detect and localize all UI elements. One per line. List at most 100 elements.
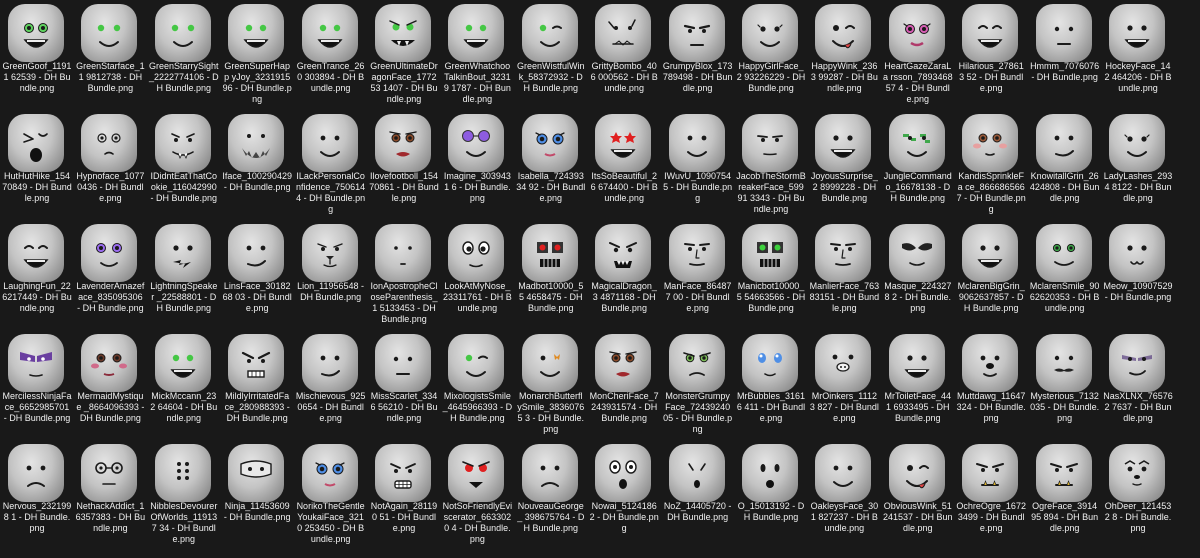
file-item[interactable]: NouveauGeorge_ 398675764 - DH Bundle.png [516, 440, 586, 550]
file-item[interactable]: KandisSprinkleFa ce_8666865667 - DH Bund… [956, 110, 1026, 220]
file-item[interactable]: Lion_11956548 - DH Bundle.png [296, 220, 366, 330]
file-thumbnail [521, 334, 578, 392]
file-item[interactable]: Hypnoface_1077 0436 - DH Bundle.png [75, 110, 145, 220]
file-item[interactable]: OgreFace_391495 894 - DH Bundle.png [1030, 440, 1100, 550]
file-item[interactable]: NotAgain_281190 51 - DH Bundle.png [369, 440, 439, 550]
file-item[interactable]: O_15013192 - DH Bundle.png [736, 440, 806, 550]
file-item[interactable]: OakleysFace_301 827237 - DH Bundle.png [809, 440, 879, 550]
file-item[interactable]: LadyLashes_2934 8122 - DH Bundle.png [1103, 110, 1173, 220]
file-name: OchreOgre_1672 3499 - DH Bundle.png [956, 501, 1026, 533]
file-item[interactable]: ObviousWink_51 241537 - DH Bundle.png [883, 440, 953, 550]
file-item[interactable]: LookAtMyNose_ 23311761 - DH Bundle.png [442, 220, 512, 330]
file-item[interactable]: MonCheriFace_7 243931574 - DH Bundle.png [589, 330, 659, 440]
file-name: LinsFace_3018268 03 - DH Bundle.png [222, 281, 292, 313]
file-item[interactable]: IWuvU_10907545 - DH Bundle.png [663, 110, 733, 220]
file-item[interactable]: Ninja_11453609 - DH Bundle.png [222, 440, 292, 550]
file-name: KandisSprinkleFa ce_8666865667 - DH Bund… [956, 171, 1026, 214]
file-item[interactable]: GrittyBombo_406 000562 - DH Bundle.png [589, 0, 659, 110]
file-item[interactable]: IonApostropheCl oseParenthesis_1 5133453… [369, 220, 439, 330]
file-item[interactable]: MildlyIrritatedFa ce_280988393 - DH Bund… [222, 330, 292, 440]
file-item[interactable]: NethackAddict_1 6357383 - DH Bundle.png [75, 440, 145, 550]
blue-eyes-face-icon [314, 462, 345, 487]
file-item[interactable]: LavenderAmazef ace_835095306 - DH Bundle… [75, 220, 145, 330]
file-item[interactable]: GreenStarface_11 9812738 - DH Bundle.png [75, 0, 145, 110]
file-item[interactable]: MonarchButterfl ySmile_38360765 3 - DH B… [516, 330, 586, 440]
file-item[interactable]: GreenSuperHapp yJoy_323191596 - DH Bundl… [222, 0, 292, 110]
file-item[interactable]: JungleCommand o_16678138 - DH Bundle.png [883, 110, 953, 220]
file-item[interactable]: Mischievous_925 0654 - DH Bundle.png [296, 330, 366, 440]
file-item[interactable]: MrOinkers_11123 827 - DH Bundle.png [809, 330, 879, 440]
file-item[interactable]: OhDeer_1214532 8 - DH Bundle.png [1103, 440, 1173, 550]
file-item[interactable]: HockeyFace_142 464206 - DH Bundle.png [1103, 0, 1173, 110]
file-item[interactable]: Madbot10000_55 4658475 - DH Bundle.png [516, 220, 586, 330]
file-item[interactable]: MclarenBigGrin_ 9062637857 - DH Bundle.p… [956, 220, 1026, 330]
file-item[interactable]: ManFace_864877 00 - DH Bundle.png [663, 220, 733, 330]
file-item[interactable]: Ilovefootboll_154 70861 - DH Bundle.png [369, 110, 439, 220]
file-item[interactable]: Hilarious_278613 52 - DH Bundle.png [956, 0, 1026, 110]
file-thumbnail [1109, 334, 1165, 392]
file-item[interactable]: MissScarlet_3346 56210 - DH Bundle.png [369, 330, 439, 440]
file-item[interactable]: ManlierFace_763 83151 - DH Bundle.png [809, 220, 879, 330]
file-item[interactable]: MermaidMystique _8664096393 - DH Bundle.… [75, 330, 145, 440]
file-item[interactable]: HeartGazeZaraLa rsson_789346857 4 - DH B… [883, 0, 953, 110]
file-name: MonarchButterfl ySmile_38360765 3 - DH B… [517, 391, 585, 434]
file-item[interactable]: Mysterious_7132 035 - DH Bundle.png [1030, 330, 1100, 440]
file-item[interactable]: JacobTheStormB reakerFace_59991 3343 - D… [736, 110, 806, 220]
file-name: GreenWhatchoo TalkinBout_32319 1787 - DH… [443, 61, 511, 104]
file-name: LavenderAmazef ace_835095306 - DH Bundle… [76, 281, 145, 313]
file-item[interactable]: MrToiletFace_441 6933495 - DH Bundle.png [883, 330, 953, 440]
file-item[interactable]: Masque_2243278 2 - DH Bundle.png [883, 220, 953, 330]
file-item[interactable]: HappyWink_2363 99287 - DH Bundle.png [809, 0, 879, 110]
file-item[interactable]: Manicbot10000_5 54663566 - DH Bundle.png [736, 220, 806, 330]
file-name: Hmmm_7076076 - DH Bundle.png [1030, 61, 1100, 82]
file-item[interactable]: KnowitallGrin_26 424808 - DH Bundle.png [1030, 110, 1100, 220]
file-item[interactable]: GreenWhatchoo TalkinBout_32319 1787 - DH… [442, 0, 512, 110]
file-item[interactable]: MercilessNinjaFa ce_6652985701 - DH Bund… [2, 330, 72, 440]
noz-face-icon [687, 463, 706, 488]
file-thumbnail [8, 224, 64, 282]
file-item[interactable]: Imagine_3039431 6 - DH Bundle.png [442, 110, 512, 220]
file-item[interactable]: JoyousSurprise_2 8999228 - DH Bundle.png [809, 110, 879, 220]
file-name: NorikoTheGentle YoukaiFace_3210 253450 -… [296, 501, 365, 544]
smirk-face-icon [1054, 135, 1074, 157]
file-item[interactable]: GreenStarrySight _2222774106 - DH Bundle… [149, 0, 219, 110]
file-item[interactable]: GrumpyBlox_173 789498 - DH Bundle.png [663, 0, 733, 110]
file-item[interactable]: IDidntEatThatCo okie_116042990 - DH Bund… [149, 110, 219, 220]
file-item[interactable]: Hmmm_7076076 - DH Bundle.png [1030, 0, 1100, 110]
file-item[interactable]: NotSoFriendlyEvi scerator_6633020 4 - DH… [442, 440, 512, 550]
file-item[interactable]: GreenUltimateDr agonFace_177253 1407 - D… [369, 0, 439, 110]
file-item[interactable]: Muttdawg_11647 324 - DH Bundle.png [956, 330, 1026, 440]
hypno-face-icon [97, 133, 121, 155]
file-thumbnail [1109, 444, 1165, 502]
file-item[interactable]: HappyGirlFace_2 93226229 - DH Bundle.png [736, 0, 806, 110]
shout-face-icon [23, 133, 48, 162]
file-item[interactable]: LinsFace_3018268 03 - DH Bundle.png [222, 220, 292, 330]
file-item[interactable]: GreenGoof_11911 62539 - DH Bundle.png [2, 0, 72, 110]
file-item[interactable]: OchreOgre_1672 3499 - DH Bundle.png [956, 440, 1026, 550]
file-item[interactable]: Isabella_72439334 92 - DH Bundle.png [516, 110, 586, 220]
file-item[interactable]: HutHutHike_154 70849 - DH Bundle.png [2, 110, 72, 220]
file-item[interactable]: LaughingFun_22 6217449 - DH Bundle.png [2, 220, 72, 330]
file-item[interactable]: NibblesDevourer OfWorlds_119137 34 - DH … [149, 440, 219, 550]
file-item[interactable]: NoZ_14405720 - DH Bundle.png [663, 440, 733, 550]
file-item[interactable]: MonsterGrumpy Face_7243924005 - DH Bundl… [663, 330, 733, 440]
file-item[interactable]: MixologistsSmile _4645966393 - DH Bundle… [442, 330, 512, 440]
file-item[interactable]: MagicalDragon_3 4871168 - DH Bundle.png [589, 220, 659, 330]
file-item[interactable]: MclarenSmile_90 62620353 - DH Bundle.png [1030, 220, 1100, 330]
file-item[interactable]: GreenTrance_260 303894 - DH Bundle.png [296, 0, 366, 110]
file-thumbnail [521, 4, 578, 62]
file-item[interactable]: ILackPersonalCo nfidence_750614 4 - DH B… [296, 110, 366, 220]
file-item[interactable]: MrBubbles_31616 411 - DH Bundle.png [736, 330, 806, 440]
file-item[interactable]: Iface_100290429 - DH Bundle.png [222, 110, 292, 220]
file-item[interactable]: Nowai_51241862 - DH Bundle.png [589, 440, 659, 550]
file-item[interactable]: NorikoTheGentle YoukaiFace_3210 253450 -… [296, 440, 366, 550]
file-thumbnail [375, 444, 431, 502]
file-item[interactable]: NasXLNX_765762 7637 - DH Bundle.png [1103, 330, 1173, 440]
file-item[interactable]: GreenWistfulWin k_58372932 - DH Bundle.p… [516, 0, 586, 110]
file-item[interactable]: MickMccann_232 64604 - DH Bundle.png [149, 330, 219, 440]
file-item[interactable]: LightningSpeaker _22588801 - DH Bundle.p… [149, 220, 219, 330]
file-name: GreenUltimateDr agonFace_177253 1407 - D… [370, 61, 438, 104]
file-item[interactable]: ItsSoBeautiful_26 674400 - DH Bundle.png [589, 110, 659, 220]
file-item[interactable]: Meow_10907529 - DH Bundle.png [1103, 220, 1173, 330]
file-item[interactable]: Nervous_2321998 1 - DH Bundle.png [2, 440, 72, 550]
